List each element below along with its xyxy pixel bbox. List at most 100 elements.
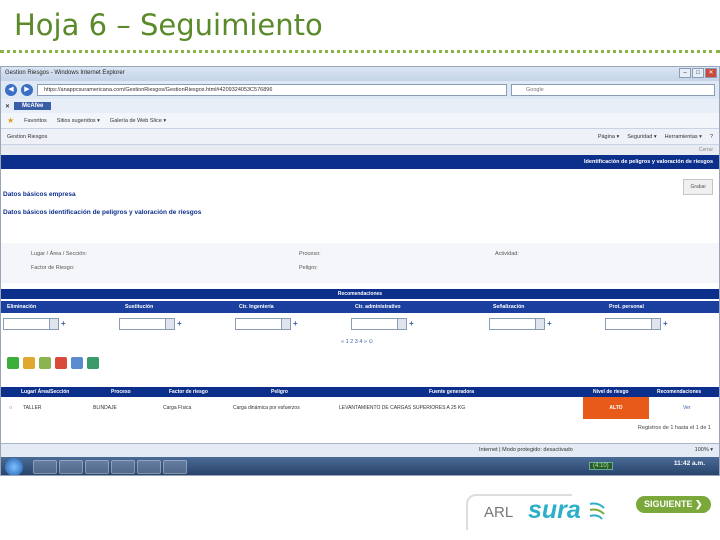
addon-bar: ✕ McAfee [1, 99, 719, 113]
favorites-bar: ★ Favoritos Sitios sugeridos ▾ Galería d… [1, 113, 719, 129]
arl-logo-text: ARL [484, 504, 514, 521]
zoom-control[interactable]: 100% ▾ [695, 447, 713, 453]
taskbar-app[interactable] [33, 460, 57, 474]
edit-record-icon[interactable] [23, 357, 35, 369]
add-icon[interactable]: + [409, 319, 414, 328]
col-eliminacion: Eliminación [7, 304, 37, 310]
pager[interactable]: « 1 2 3 4 » ⊙ [341, 339, 373, 345]
taskbar-app[interactable] [137, 460, 161, 474]
col-senalizacion: Señalización [493, 304, 525, 310]
forward-icon[interactable]: ▶ [21, 84, 33, 96]
ingenieria-select[interactable] [235, 318, 291, 330]
status-text: Internet | Modo protegido: desactivado [479, 447, 573, 453]
add-icon[interactable]: + [177, 319, 182, 328]
taskbar-app[interactable] [85, 460, 109, 474]
grid-col-recomendaciones: Recomendaciones [657, 389, 702, 395]
help-menu[interactable]: ? [710, 134, 713, 140]
export-icon[interactable] [39, 357, 51, 369]
row-radio[interactable]: ○ [9, 405, 12, 411]
save-button[interactable]: Grabar [683, 179, 713, 195]
senalizacion-select[interactable] [489, 318, 545, 330]
grid-col-peligro: Peligro [271, 389, 288, 395]
close-bar-icon[interactable]: ✕ [5, 103, 10, 110]
cell-factor: Carga Física [163, 405, 192, 411]
address-bar[interactable]: https://anappcsuramericana.com/GestionRi… [37, 84, 507, 96]
taskbar-app[interactable] [59, 460, 83, 474]
section-identificacion[interactable]: Datos básicos identificación de peligros… [3, 209, 201, 216]
command-bar: Gestion Riesgos Página ▾ Seguridad ▾ Her… [1, 129, 719, 145]
taskbar: (4:10) 11:42 a.m. [1, 457, 719, 475]
page-tab[interactable]: Gestion Riesgos [7, 134, 47, 140]
suggested-sites-link[interactable]: Sitios sugeridos ▾ [57, 118, 100, 124]
start-button[interactable] [5, 458, 23, 475]
window-title: Gestion Riesgos - Windows Internet Explo… [5, 70, 125, 76]
grid-col-nivel: Nivel de riesgo [593, 389, 629, 395]
col-proteccion: Prot. personal [609, 304, 644, 310]
cell-peligro: Carga dinámica por esfuerzos [233, 405, 300, 411]
field-peligro: Peligro: [299, 265, 318, 271]
status-bar: Internet | Modo protegido: desactivado 1… [1, 443, 719, 457]
star-icon: ★ [7, 116, 15, 125]
title-divider [0, 50, 720, 53]
page-header: Identificación de peligros y valoración … [1, 155, 719, 169]
proteccion-select[interactable] [605, 318, 661, 330]
add-record-icon[interactable] [7, 357, 19, 369]
field-proceso: Proceso: [299, 251, 321, 257]
taskbar-app[interactable] [163, 460, 187, 474]
browser-screenshot: Gestion Riesgos - Windows Internet Explo… [0, 66, 720, 476]
sustitucion-select[interactable] [119, 318, 175, 330]
web-page: Cerrar Identificación de peligros y valo… [1, 145, 719, 443]
add-icon[interactable]: + [293, 319, 298, 328]
slide-title: Hoja 6 – Seguimiento [14, 8, 323, 42]
search-input[interactable]: Google [511, 84, 715, 96]
field-factor: Factor de Riesgo: [31, 265, 75, 271]
refresh-icon[interactable] [87, 357, 99, 369]
address-row: ◀ ▶ https://anappcsuramericana.com/Gesti… [1, 81, 719, 99]
fields-panel: Lugar / Área / Sección: Proceso: Activid… [1, 243, 719, 283]
maximize-button[interactable]: □ [692, 68, 704, 78]
col-administrativo: Ctr. administrativo [355, 304, 401, 310]
grid-col-lugar: Lugar/ Área/Sección [21, 389, 70, 395]
cell-lugar: TALLER [23, 405, 42, 411]
add-icon[interactable]: + [547, 319, 552, 328]
add-icon[interactable]: + [663, 319, 668, 328]
col-ingenieria: Ctr. Ingeniería [239, 304, 274, 310]
recommendations-bar: Recomendaciones [1, 289, 719, 299]
sura-logo-text: sura [528, 496, 581, 524]
tools-menu[interactable]: Herramientas ▾ [665, 134, 702, 140]
filter-icon[interactable] [71, 357, 83, 369]
close-link[interactable]: Cerrar [1, 145, 719, 155]
taskbar-app[interactable] [111, 460, 135, 474]
delete-record-icon[interactable] [55, 357, 67, 369]
grid-col-factor: Factor de riesgo [169, 389, 208, 395]
security-menu[interactable]: Seguridad ▾ [627, 134, 656, 140]
recommendations-header: Eliminación Sustitución Ctr. Ingeniería … [1, 301, 719, 313]
grid-toolbar [7, 357, 99, 369]
record-count: Registros de 1 hasta el 1 de 1 [637, 425, 711, 431]
page-menu[interactable]: Página ▾ [598, 134, 619, 140]
tray-badge: (4:10) [589, 462, 613, 470]
window-titlebar: Gestion Riesgos - Windows Internet Explo… [1, 67, 719, 81]
cell-proceso: BLINDAJE [93, 405, 117, 411]
clock: 11:42 a.m. [673, 460, 705, 467]
risk-level-badge: ALTO [583, 397, 649, 419]
grid-col-fuente: Fuente generadora [429, 389, 475, 395]
field-lugar: Lugar / Área / Sección: [31, 251, 87, 257]
close-window-button[interactable]: ✕ [705, 68, 717, 78]
sura-leaf-icon [589, 502, 605, 520]
back-icon[interactable]: ◀ [5, 84, 17, 96]
next-button[interactable]: SIGUIENTE ❯ [636, 496, 711, 513]
mcafee-tab[interactable]: McAfee [14, 102, 52, 110]
cell-ver-link[interactable]: Ver [683, 405, 691, 411]
eliminacion-select[interactable] [3, 318, 59, 330]
section-empresa[interactable]: Datos básicos empresa [3, 191, 76, 198]
cell-fuente: LEVANTAMIENTO DE CARGAS SUPERIORES A 25 … [339, 405, 466, 411]
field-actividad: Actividad: [495, 251, 519, 257]
administrativo-select[interactable] [351, 318, 407, 330]
minimize-button[interactable]: – [679, 68, 691, 78]
col-sustitucion: Sustitución [125, 304, 154, 310]
favorites-link[interactable]: Favoritos [24, 118, 47, 124]
grid-col-proceso: Proceso [111, 389, 131, 395]
add-icon[interactable]: + [61, 319, 66, 328]
web-slice-link[interactable]: Galería de Web Slice ▾ [110, 118, 166, 124]
